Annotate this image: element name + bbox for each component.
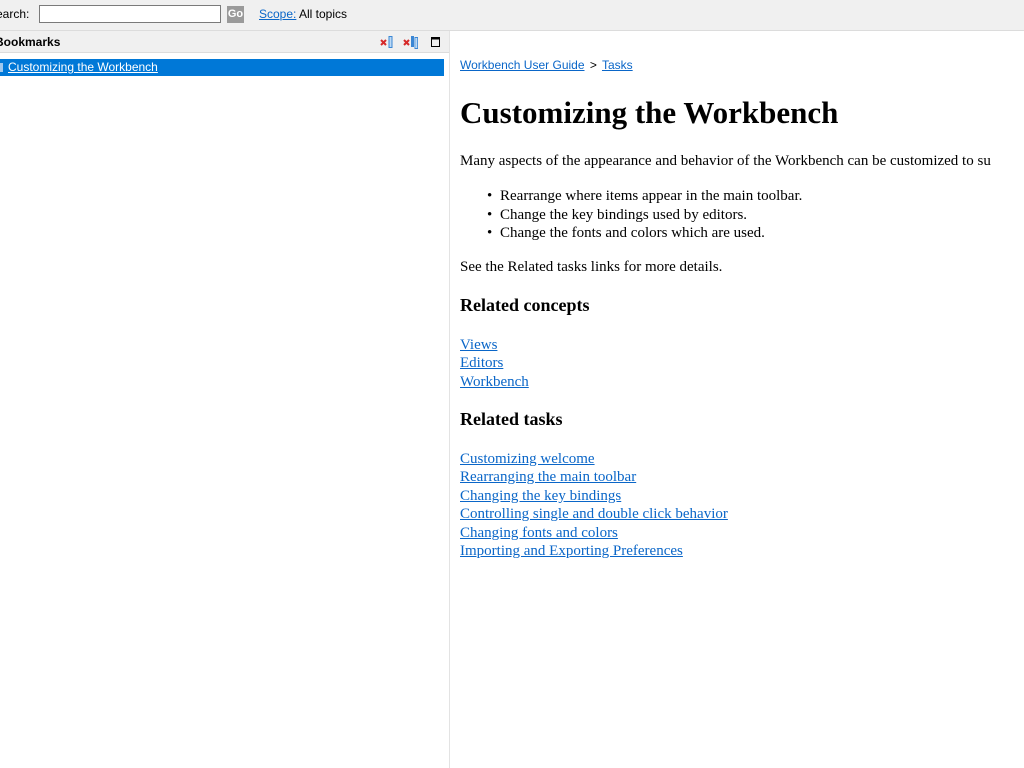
breadcrumb-link-tasks[interactable]: Tasks: [602, 58, 633, 72]
related-concept-link[interactable]: Workbench: [460, 374, 529, 390]
related-tasks-list: Customizing welcome Rearranging the main…: [460, 450, 728, 560]
bookmark-item-marker: [0, 63, 3, 72]
list-item-text: Rearrange where items appear in the main…: [500, 188, 803, 204]
related-concepts-list: Views Editors Workbench: [460, 336, 529, 391]
bookmarks-pane: Bookmarks Customizing the Workbench: [0, 31, 449, 768]
remove-all-bookmarks-icon[interactable]: [403, 34, 419, 50]
related-task-link[interactable]: Changing the key bindings: [460, 488, 621, 504]
related-concept-link[interactable]: Editors: [460, 355, 503, 371]
feature-list: • Rearrange where items appear in the mai…: [460, 187, 802, 243]
search-label: earch:: [0, 7, 30, 21]
breadcrumb-link-guide[interactable]: Workbench User Guide: [460, 58, 585, 72]
list-item: • Rearrange where items appear in the mai…: [487, 188, 803, 204]
bookmark-item[interactable]: Customizing the Workbench: [0, 59, 444, 76]
bookmarks-header: Bookmarks: [0, 31, 449, 53]
search-toolbar: earch: Go Scope: All topics: [0, 0, 1024, 30]
scope-value: All topics: [299, 7, 348, 21]
see-also-paragraph: See the Related tasks links for more det…: [460, 259, 723, 275]
topic-content: Workbench User Guide > Tasks Customizing…: [450, 31, 1024, 768]
related-task-link[interactable]: Rearranging the main toolbar: [460, 469, 636, 485]
related-task-link[interactable]: Customizing welcome: [460, 451, 595, 467]
go-button[interactable]: Go: [227, 6, 244, 23]
help-window: earch: Go Scope: All topics Bookmarks: [0, 0, 1024, 768]
remove-bookmark-icon[interactable]: [379, 34, 395, 50]
bookmark-item-link[interactable]: Customizing the Workbench: [8, 60, 158, 74]
list-item: • Change the fonts and colors which are u…: [487, 225, 765, 241]
related-task-link[interactable]: Controlling single and double click beha…: [460, 506, 728, 522]
search-input[interactable]: [39, 5, 221, 23]
scope-link[interactable]: Scope:: [259, 7, 296, 21]
breadcrumb-separator: >: [589, 58, 597, 72]
list-item-text: Change the fonts and colors which are us…: [500, 225, 765, 241]
list-item-text: Change the key bindings used by editors.: [500, 206, 748, 223]
related-task-link[interactable]: Importing and Exporting Preferences: [460, 543, 683, 559]
related-concepts-heading: Related concepts: [460, 295, 590, 315]
maximize-icon[interactable]: [428, 34, 444, 50]
breadcrumb: Workbench User Guide > Tasks: [460, 58, 633, 72]
related-tasks-heading: Related tasks: [460, 409, 563, 429]
related-task-link[interactable]: Changing fonts and colors: [460, 525, 618, 541]
list-item: • Change the key bindings used by editors…: [487, 206, 748, 223]
bookmarks-title: Bookmarks: [0, 35, 61, 49]
intro-paragraph: Many aspects of the appearance and behav…: [460, 153, 991, 169]
page-title: Customizing the Workbench: [460, 95, 839, 130]
related-concept-link[interactable]: Views: [460, 337, 497, 353]
